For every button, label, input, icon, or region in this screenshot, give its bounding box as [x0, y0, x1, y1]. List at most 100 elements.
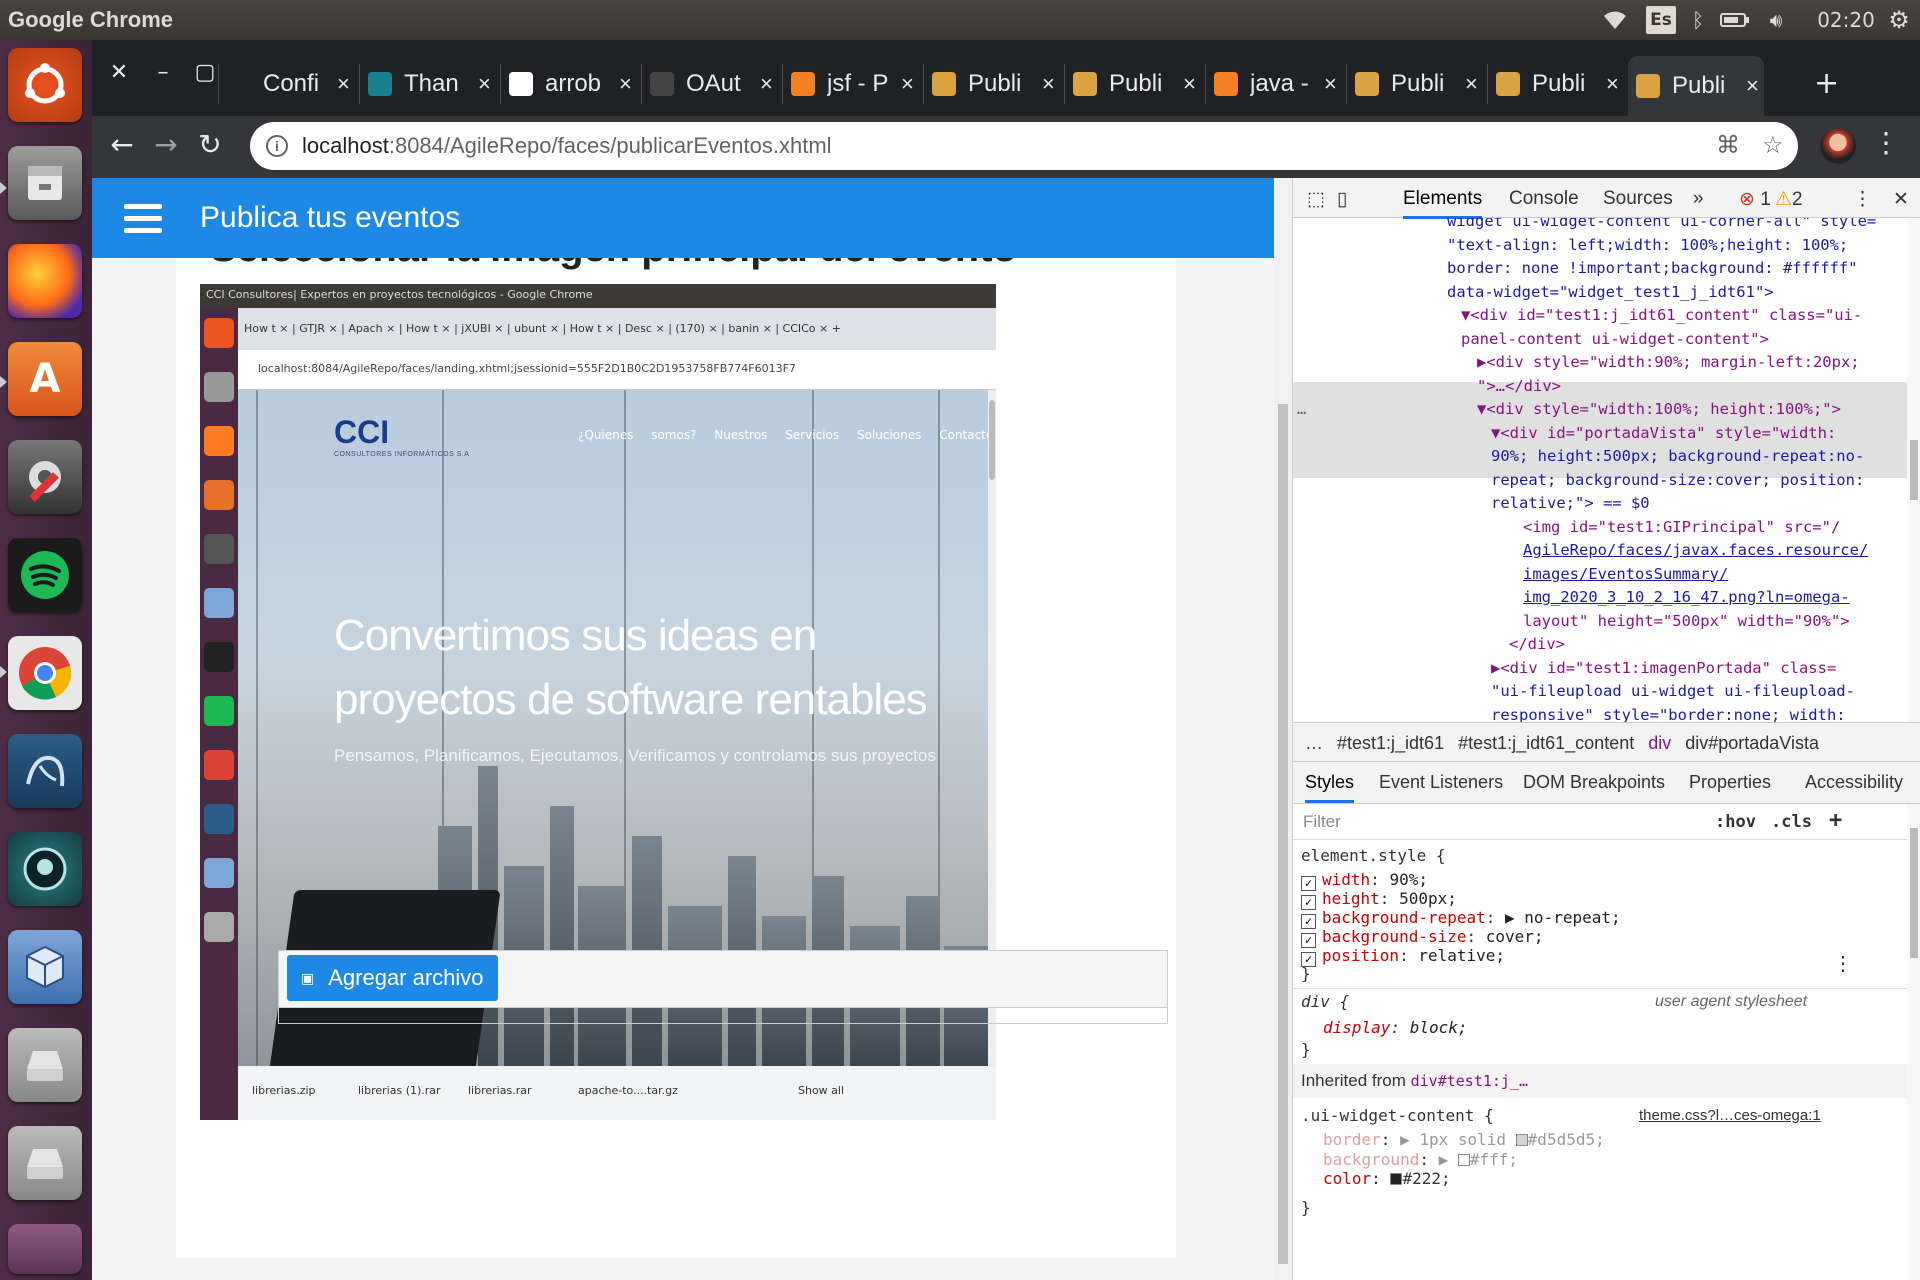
keyboard-layout-indicator[interactable]: Es [1646, 6, 1676, 34]
minimize-window-icon[interactable]: – [148, 60, 178, 85]
disk-drive-icon[interactable] [8, 1126, 82, 1200]
dom-node-line[interactable]: layout" height="500px" width="90%"> [1523, 610, 1850, 634]
color-swatch[interactable] [1515, 1134, 1528, 1146]
page-scrollbar[interactable] [1274, 178, 1292, 1280]
browser-tab[interactable]: Publi × [1628, 56, 1764, 116]
dom-node-line[interactable]: panel-content ui-widget-content"> [1461, 328, 1769, 352]
dom-node-line[interactable]: 90%; height:500px; background-repeat:no- [1491, 445, 1864, 469]
dom-node-line[interactable]: ▼<div id="portadaVista" style="width: [1491, 422, 1836, 446]
add-file-button[interactable]: ▣ Agregar archivo [287, 955, 498, 1001]
close-tab-icon[interactable]: × [1183, 71, 1196, 97]
forward-icon[interactable]: → [148, 128, 184, 161]
close-tab-icon[interactable]: × [901, 71, 914, 97]
translate-icon[interactable]: ⌘ [1716, 131, 1740, 160]
property-value[interactable]: relative; [1418, 946, 1505, 965]
browser-tab[interactable]: OAut × [641, 64, 781, 104]
close-window-icon[interactable]: ✕ [104, 60, 134, 85]
devtools-menu-icon[interactable]: ⋮ [1853, 188, 1872, 211]
browser-tab[interactable]: arrob × [500, 64, 640, 104]
close-tab-icon[interactable]: × [478, 71, 491, 97]
breadcrumb-item[interactable]: … [1305, 733, 1323, 753]
styles-subtab[interactable]: DOM Breakpoints [1523, 772, 1665, 793]
close-tab-icon[interactable]: × [1606, 71, 1619, 97]
color-swatch[interactable] [1457, 1153, 1470, 1166]
dom-node-line[interactable]: ▶<div id="test1:imagenPortada" class= [1491, 657, 1836, 681]
browser-tab[interactable]: Publi × [1487, 64, 1627, 104]
dom-node-line[interactable]: "text-align: left;width: 100%;height: 10… [1447, 234, 1848, 258]
dom-node-line[interactable]: <img id="test1:GIPrincipal" src="/ [1523, 516, 1840, 540]
reload-icon[interactable]: ↻ [192, 128, 228, 161]
more-options-icon[interactable]: ⋮ [1833, 951, 1853, 976]
new-tab-button[interactable]: + [1814, 66, 1839, 101]
tab-sources[interactable]: Sources [1603, 188, 1673, 210]
dom-node-line[interactable]: relative;"> == $0 [1491, 492, 1650, 516]
maximize-window-icon[interactable]: ▢ [190, 60, 220, 85]
browser-tab[interactable]: Publi × [1064, 64, 1204, 104]
error-count[interactable]: ⊗ 1 [1739, 188, 1771, 211]
clock[interactable]: 02:20 [1817, 6, 1875, 34]
close-tab-icon[interactable]: × [337, 71, 350, 97]
disk-drive-icon[interactable] [8, 1028, 82, 1102]
breadcrumb-item[interactable]: #test1:j_idt61_content [1458, 733, 1634, 753]
filter-input[interactable]: Filter [1303, 812, 1341, 832]
styles-subtab[interactable]: Styles [1305, 772, 1355, 803]
breadcrumb-item[interactable]: div#portadaVista [1685, 733, 1819, 753]
close-tab-icon[interactable]: × [1746, 73, 1759, 99]
close-tab-icon[interactable]: × [619, 71, 632, 97]
address-bar[interactable]: i localhost:8084/AgileRepo/faces/publica… [250, 122, 1798, 170]
bluetooth-icon[interactable]: ᛒ [1686, 6, 1710, 34]
dom-node-line[interactable]: responsive" style="border:none; width: [1491, 704, 1846, 723]
wifi-icon[interactable] [1600, 6, 1630, 34]
hamburger-menu-icon[interactable] [124, 203, 162, 233]
dom-tree[interactable]: … widget ui-widget-content ui-corner-all… [1293, 218, 1907, 722]
browser-tab[interactable]: java - × [1205, 64, 1345, 104]
dom-node-line[interactable]: </div> [1509, 633, 1565, 657]
battery-icon[interactable] [1718, 6, 1752, 34]
ubuntu-dash-icon[interactable] [8, 48, 82, 122]
chrome-icon[interactable] [8, 636, 82, 710]
dom-node-line[interactable]: "ui-fileupload ui-widget ui-fileupload- [1491, 680, 1855, 704]
gitkraken-icon[interactable] [8, 832, 82, 906]
dom-node-line[interactable]: ▶<div style="width:90%; margin-left:20px… [1477, 351, 1860, 375]
close-tab-icon[interactable]: × [1465, 71, 1478, 97]
tab-console[interactable]: Console [1509, 188, 1579, 210]
firefox-icon[interactable] [8, 244, 82, 318]
dom-ellipsis-icon[interactable]: … [1297, 398, 1306, 422]
virtualbox-icon[interactable] [8, 930, 82, 1004]
chrome-menu-icon[interactable]: ⋮ [1872, 126, 1900, 159]
breadcrumb-item[interactable]: div [1648, 733, 1671, 753]
styles-scrollbar[interactable] [1907, 804, 1920, 1280]
dom-node-line[interactable]: ▼<div style="width:100%; height:100%;"> [1477, 398, 1841, 422]
widget-rule-source-link[interactable]: theme.css?l…ces-omega:1 [1639, 1104, 1821, 1128]
more-tabs-icon[interactable]: » [1693, 188, 1704, 210]
close-tab-icon[interactable]: × [760, 71, 773, 97]
trash-icon[interactable] [8, 1224, 82, 1274]
browser-tab[interactable]: Than × [359, 64, 499, 104]
gear-icon[interactable]: ⚙ [1884, 6, 1914, 34]
system-settings-icon[interactable] [8, 440, 82, 514]
profile-avatar[interactable] [1820, 128, 1856, 164]
dom-node-line[interactable]: border: none !important;background: #fff… [1447, 257, 1858, 281]
close-devtools-icon[interactable]: ✕ [1893, 188, 1909, 211]
inherited-property-row[interactable]: color: #222; [1323, 1167, 1451, 1191]
device-toolbar-icon[interactable]: ▯ [1337, 188, 1347, 211]
cls-toggle[interactable]: .cls [1771, 812, 1812, 832]
software-center-icon[interactable]: A [8, 342, 82, 416]
browser-tab[interactable]: Publi × [923, 64, 1063, 104]
hov-toggle[interactable]: :hov [1715, 812, 1756, 832]
volume-icon[interactable]: 🔊︎ [1760, 6, 1792, 34]
spotify-icon[interactable] [8, 538, 82, 612]
color-swatch[interactable] [1390, 1173, 1403, 1185]
browser-tab[interactable]: Confi × [218, 64, 358, 104]
styles-subtab[interactable]: Properties [1689, 772, 1771, 793]
back-icon[interactable]: ← [104, 128, 140, 161]
info-icon[interactable]: i [266, 135, 288, 157]
dom-node-line[interactable]: data-widget="widget_test1_j_idt61"> [1447, 281, 1774, 305]
browser-tab[interactable]: jsf - P × [782, 64, 922, 104]
dom-node-line[interactable]: ">…</div> [1477, 375, 1561, 399]
dom-node-line[interactable]: repeat; background-size:cover; position: [1491, 469, 1864, 493]
dom-node-line[interactable]: AgileRepo/faces/javax.faces.resource/ [1523, 539, 1868, 563]
dom-node-line[interactable]: ▼<div id="test1:j_idt61_content" class="… [1461, 304, 1862, 328]
browser-tab[interactable]: Publi × [1346, 64, 1486, 104]
dom-scrollbar[interactable] [1907, 218, 1920, 722]
